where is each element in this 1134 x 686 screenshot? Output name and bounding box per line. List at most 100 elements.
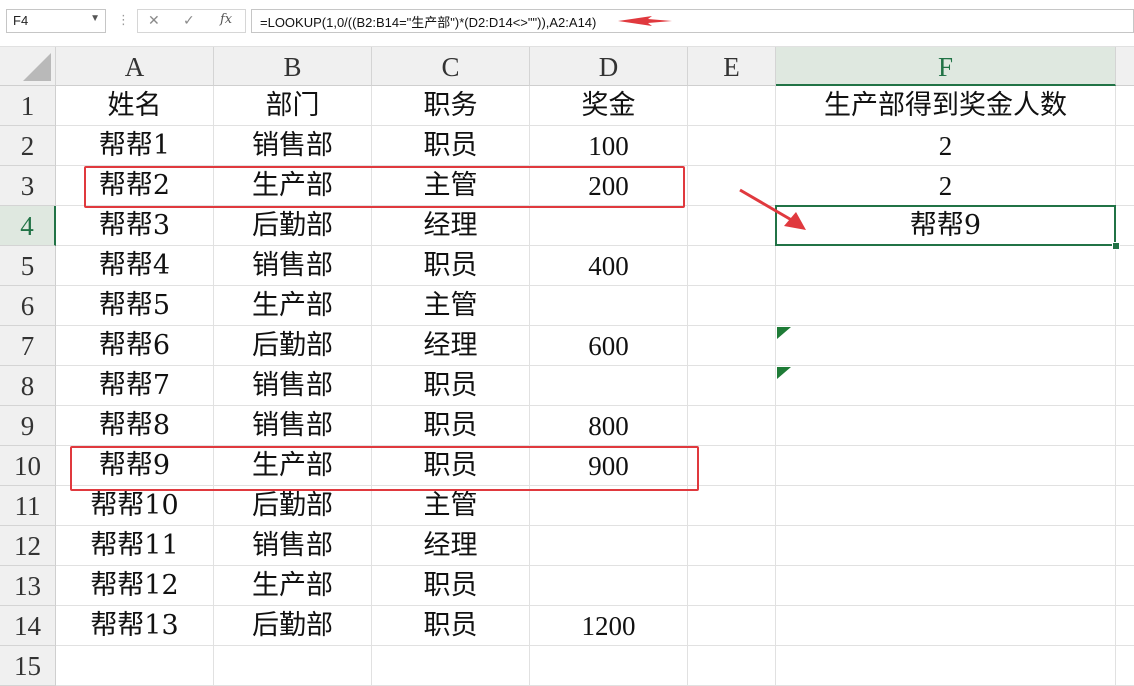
cell-b14[interactable]: 后勤部	[214, 606, 372, 646]
error-indicator-icon[interactable]	[777, 367, 791, 379]
cell-b12[interactable]: 销售部	[214, 526, 372, 566]
cell-d5[interactable]: 400	[530, 246, 688, 286]
cell-g15[interactable]	[1116, 646, 1134, 686]
cell-b6[interactable]: 生产部	[214, 286, 372, 326]
cell-e2[interactable]	[688, 126, 776, 166]
cell-d15[interactable]	[530, 646, 688, 686]
row-header-11[interactable]: 11	[0, 486, 56, 526]
cell-e3[interactable]	[688, 166, 776, 206]
row-header-10[interactable]: 10	[0, 446, 56, 486]
column-header-e[interactable]: E	[688, 47, 776, 86]
fill-handle[interactable]	[1112, 242, 1120, 250]
cell-a10[interactable]: 帮帮9	[56, 446, 214, 486]
cell-e1[interactable]	[688, 86, 776, 126]
cell-g13[interactable]	[1116, 566, 1134, 606]
cell-g4[interactable]	[1116, 206, 1134, 246]
cell-a11[interactable]: 帮帮10	[56, 486, 214, 526]
cell-g14[interactable]	[1116, 606, 1134, 646]
column-header-g[interactable]	[1116, 47, 1134, 86]
cell-g9[interactable]	[1116, 406, 1134, 446]
cell-f15[interactable]	[776, 646, 1116, 686]
cell-a2[interactable]: 帮帮1	[56, 126, 214, 166]
cell-g10[interactable]	[1116, 446, 1134, 486]
column-header-a[interactable]: A	[56, 47, 214, 86]
cancel-icon[interactable]: ✕	[148, 12, 160, 29]
drag-handle-icon[interactable]: ⋮	[117, 12, 131, 28]
fx-icon[interactable]: fx	[220, 12, 232, 27]
cell-a7[interactable]: 帮帮6	[56, 326, 214, 366]
cell-f6[interactable]	[776, 286, 1116, 326]
cell-c7[interactable]: 经理	[372, 326, 530, 366]
cell-d9[interactable]: 800	[530, 406, 688, 446]
select-all-button[interactable]	[0, 47, 56, 86]
cell-d7[interactable]: 600	[530, 326, 688, 366]
cell-d12[interactable]	[530, 526, 688, 566]
name-box[interactable]: F4 ▼	[6, 9, 106, 33]
cell-d8[interactable]	[530, 366, 688, 406]
cell-b7[interactable]: 后勤部	[214, 326, 372, 366]
row-header-12[interactable]: 12	[0, 526, 56, 566]
column-header-c[interactable]: C	[372, 47, 530, 86]
row-header-15[interactable]: 15	[0, 646, 56, 686]
row-header-13[interactable]: 13	[0, 566, 56, 606]
cell-c10[interactable]: 职员	[372, 446, 530, 486]
cell-b2[interactable]: 销售部	[214, 126, 372, 166]
cell-a5[interactable]: 帮帮4	[56, 246, 214, 286]
cell-b5[interactable]: 销售部	[214, 246, 372, 286]
cell-d14[interactable]: 1200	[530, 606, 688, 646]
cell-f9[interactable]	[776, 406, 1116, 446]
cell-g2[interactable]	[1116, 126, 1134, 166]
cell-g6[interactable]	[1116, 286, 1134, 326]
cell-a12[interactable]: 帮帮11	[56, 526, 214, 566]
cell-g7[interactable]	[1116, 326, 1134, 366]
cell-c4[interactable]: 经理	[372, 206, 530, 246]
cell-a9[interactable]: 帮帮8	[56, 406, 214, 446]
cell-d4[interactable]	[530, 206, 688, 246]
enter-icon[interactable]: ✓	[183, 12, 195, 29]
row-header-4[interactable]: 4	[0, 206, 56, 246]
cell-e8[interactable]	[688, 366, 776, 406]
row-header-5[interactable]: 5	[0, 246, 56, 286]
cell-e15[interactable]	[688, 646, 776, 686]
cell-f2[interactable]: 2	[776, 126, 1116, 166]
cell-b8[interactable]: 销售部	[214, 366, 372, 406]
cell-b9[interactable]: 销售部	[214, 406, 372, 446]
cell-e13[interactable]	[688, 566, 776, 606]
cell-b1[interactable]: 部门	[214, 86, 372, 126]
cell-a3[interactable]: 帮帮2	[56, 166, 214, 206]
cell-e11[interactable]	[688, 486, 776, 526]
row-header-1[interactable]: 1	[0, 86, 56, 126]
column-header-f[interactable]: F	[776, 47, 1116, 86]
cell-a8[interactable]: 帮帮7	[56, 366, 214, 406]
cell-a4[interactable]: 帮帮3	[56, 206, 214, 246]
cell-c9[interactable]: 职员	[372, 406, 530, 446]
cell-c5[interactable]: 职员	[372, 246, 530, 286]
cell-f5[interactable]	[776, 246, 1116, 286]
cell-c2[interactable]: 职员	[372, 126, 530, 166]
cell-b10[interactable]: 生产部	[214, 446, 372, 486]
cell-f12[interactable]	[776, 526, 1116, 566]
cell-c13[interactable]: 职员	[372, 566, 530, 606]
cell-f13[interactable]	[776, 566, 1116, 606]
cell-e4[interactable]	[688, 206, 776, 246]
cell-g3[interactable]	[1116, 166, 1134, 206]
cell-f11[interactable]	[776, 486, 1116, 526]
error-indicator-icon[interactable]	[777, 327, 791, 339]
cell-a13[interactable]: 帮帮12	[56, 566, 214, 606]
cell-e10[interactable]	[688, 446, 776, 486]
cell-c12[interactable]: 经理	[372, 526, 530, 566]
cell-f1[interactable]: 生产部得到奖金人数	[776, 86, 1116, 126]
cell-e7[interactable]	[688, 326, 776, 366]
row-header-3[interactable]: 3	[0, 166, 56, 206]
row-header-9[interactable]: 9	[0, 406, 56, 446]
cell-b3[interactable]: 生产部	[214, 166, 372, 206]
cell-g12[interactable]	[1116, 526, 1134, 566]
cell-d1[interactable]: 奖金	[530, 86, 688, 126]
cell-f7[interactable]	[776, 326, 1116, 366]
cell-c14[interactable]: 职员	[372, 606, 530, 646]
cell-b11[interactable]: 后勤部	[214, 486, 372, 526]
cell-g5[interactable]	[1116, 246, 1134, 286]
cell-a14[interactable]: 帮帮13	[56, 606, 214, 646]
cell-e5[interactable]	[688, 246, 776, 286]
cell-f10[interactable]	[776, 446, 1116, 486]
